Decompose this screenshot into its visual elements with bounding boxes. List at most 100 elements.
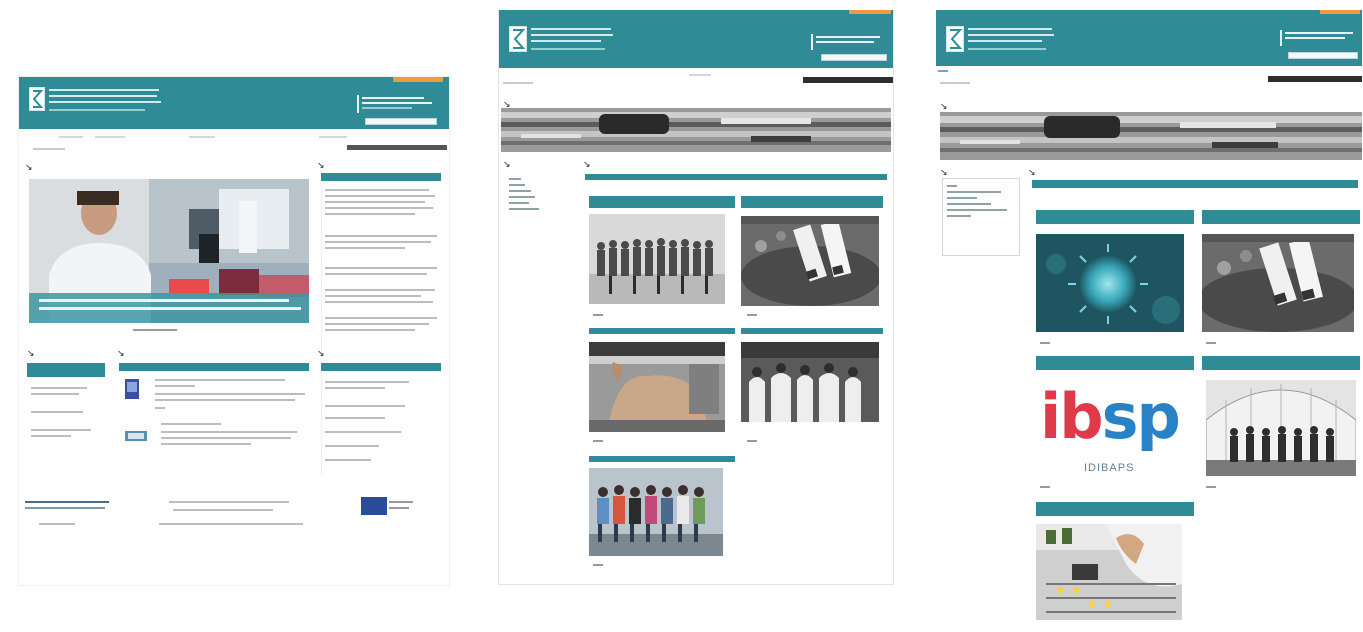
expand-arrow-icon[interactable]: ↘ bbox=[503, 160, 512, 169]
header-partner-logo[interactable] bbox=[1280, 30, 1360, 46]
news-text[interactable] bbox=[325, 289, 435, 291]
expand-arrow-icon[interactable]: ↘ bbox=[317, 161, 326, 170]
expand-arrow-icon[interactable]: ↘ bbox=[317, 349, 326, 358]
footer-logo[interactable] bbox=[25, 507, 105, 509]
block-text[interactable] bbox=[325, 381, 409, 383]
block-text[interactable] bbox=[325, 459, 371, 461]
news-text[interactable] bbox=[161, 443, 251, 445]
header-partner-logo[interactable] bbox=[811, 34, 887, 50]
gallery-card-title[interactable] bbox=[1036, 502, 1194, 516]
block-text[interactable] bbox=[325, 405, 405, 407]
news-text[interactable] bbox=[325, 195, 435, 197]
hero-photo[interactable] bbox=[29, 179, 309, 323]
expand-arrow-icon[interactable]: ↘ bbox=[583, 160, 592, 169]
gallery-card-title[interactable] bbox=[741, 196, 883, 208]
block-text[interactable] bbox=[31, 411, 83, 413]
main-nav-item[interactable] bbox=[689, 74, 711, 76]
block-text[interactable] bbox=[325, 417, 385, 419]
block-text[interactable] bbox=[325, 445, 379, 447]
expand-arrow-icon[interactable]: ↘ bbox=[1028, 168, 1037, 177]
block-text[interactable] bbox=[325, 431, 401, 433]
news-text[interactable] bbox=[155, 407, 165, 409]
news-text[interactable] bbox=[161, 423, 221, 425]
news-text[interactable] bbox=[155, 393, 305, 395]
language-bar[interactable] bbox=[1268, 76, 1362, 82]
photo-caption[interactable] bbox=[593, 440, 603, 442]
photo-caption[interactable] bbox=[1206, 486, 1216, 488]
photo-caption[interactable] bbox=[1040, 342, 1050, 344]
gallery-photo[interactable] bbox=[741, 342, 879, 422]
main-nav-item[interactable] bbox=[59, 136, 83, 138]
gallery-photo-virus[interactable] bbox=[1036, 234, 1184, 332]
sidebar-link[interactable] bbox=[509, 202, 529, 204]
block-text[interactable] bbox=[31, 435, 71, 437]
gallery-card-title[interactable] bbox=[1202, 356, 1360, 370]
gallery-photo[interactable] bbox=[589, 214, 725, 304]
news-text[interactable] bbox=[155, 379, 285, 381]
block-text[interactable] bbox=[31, 387, 87, 389]
gallery-photo[interactable] bbox=[589, 468, 723, 556]
main-nav-item[interactable] bbox=[95, 136, 125, 138]
footer-text[interactable] bbox=[173, 509, 273, 511]
breadcrumb[interactable] bbox=[940, 82, 970, 84]
sidebar-link[interactable] bbox=[947, 197, 977, 199]
news-text[interactable] bbox=[325, 273, 427, 275]
footer-eu-logo[interactable] bbox=[361, 497, 415, 515]
gallery-card-title[interactable] bbox=[589, 456, 735, 462]
photo-caption[interactable] bbox=[747, 314, 757, 316]
search-input[interactable] bbox=[365, 118, 437, 125]
news-text[interactable] bbox=[325, 241, 431, 243]
news-text[interactable] bbox=[325, 295, 421, 297]
block-text[interactable] bbox=[31, 393, 79, 395]
news-text[interactable] bbox=[155, 399, 295, 401]
expand-arrow-icon[interactable]: ↘ bbox=[940, 102, 949, 111]
expand-arrow-icon[interactable]: ↘ bbox=[117, 349, 126, 358]
main-nav-item[interactable] bbox=[938, 70, 948, 72]
ibsp-logo[interactable]: ibsp IDIBAPS bbox=[1036, 376, 1186, 486]
photo-caption[interactable] bbox=[593, 564, 603, 566]
news-text[interactable] bbox=[161, 437, 291, 439]
site-logo-icon[interactable] bbox=[509, 26, 527, 52]
gallery-photo-lab[interactable] bbox=[1036, 524, 1182, 620]
expand-arrow-icon[interactable]: ↘ bbox=[27, 349, 36, 358]
news-text[interactable] bbox=[325, 247, 405, 249]
site-logo-icon[interactable] bbox=[946, 26, 964, 52]
sidebar-link[interactable] bbox=[509, 196, 535, 198]
photo-caption[interactable] bbox=[593, 314, 603, 316]
sidebar-link[interactable] bbox=[509, 178, 521, 180]
news-text[interactable] bbox=[325, 235, 437, 237]
news-thumbnail[interactable] bbox=[125, 431, 147, 441]
expand-arrow-icon[interactable]: ↘ bbox=[940, 168, 949, 177]
main-nav-item[interactable] bbox=[189, 136, 215, 138]
news-text[interactable] bbox=[155, 385, 195, 387]
search-input[interactable] bbox=[821, 54, 887, 61]
gallery-card-title[interactable] bbox=[589, 328, 735, 334]
search-input[interactable] bbox=[1288, 52, 1358, 59]
gallery-card-title[interactable] bbox=[1202, 210, 1360, 224]
news-text[interactable] bbox=[325, 323, 429, 325]
photo-caption[interactable] bbox=[747, 440, 757, 442]
header-accent-tab[interactable] bbox=[849, 10, 891, 14]
breadcrumb[interactable] bbox=[33, 148, 65, 150]
carousel-dots[interactable] bbox=[133, 329, 177, 331]
gallery-photo[interactable] bbox=[741, 216, 879, 306]
footer-text[interactable] bbox=[169, 501, 289, 503]
gallery-card-title[interactable] bbox=[1036, 356, 1194, 370]
news-text[interactable] bbox=[325, 329, 415, 331]
footer-logo[interactable] bbox=[25, 501, 109, 503]
main-nav-item[interactable] bbox=[319, 136, 347, 138]
news-text[interactable] bbox=[325, 317, 437, 319]
sidebar-link[interactable] bbox=[509, 184, 525, 186]
sidebar-link[interactable] bbox=[509, 208, 539, 210]
header-accent-tab[interactable] bbox=[393, 77, 443, 82]
news-text[interactable] bbox=[325, 213, 415, 215]
gallery-photo[interactable] bbox=[589, 342, 725, 432]
sidebar-link[interactable] bbox=[947, 203, 991, 205]
gallery-photo[interactable] bbox=[1206, 380, 1356, 476]
sidebar-link[interactable] bbox=[947, 185, 957, 187]
sidebar-link[interactable] bbox=[947, 209, 1007, 211]
breadcrumb[interactable] bbox=[503, 82, 533, 84]
sidebar-link[interactable] bbox=[947, 215, 971, 217]
sidebar-link[interactable] bbox=[947, 191, 1001, 193]
gallery-photo[interactable] bbox=[1202, 234, 1354, 332]
